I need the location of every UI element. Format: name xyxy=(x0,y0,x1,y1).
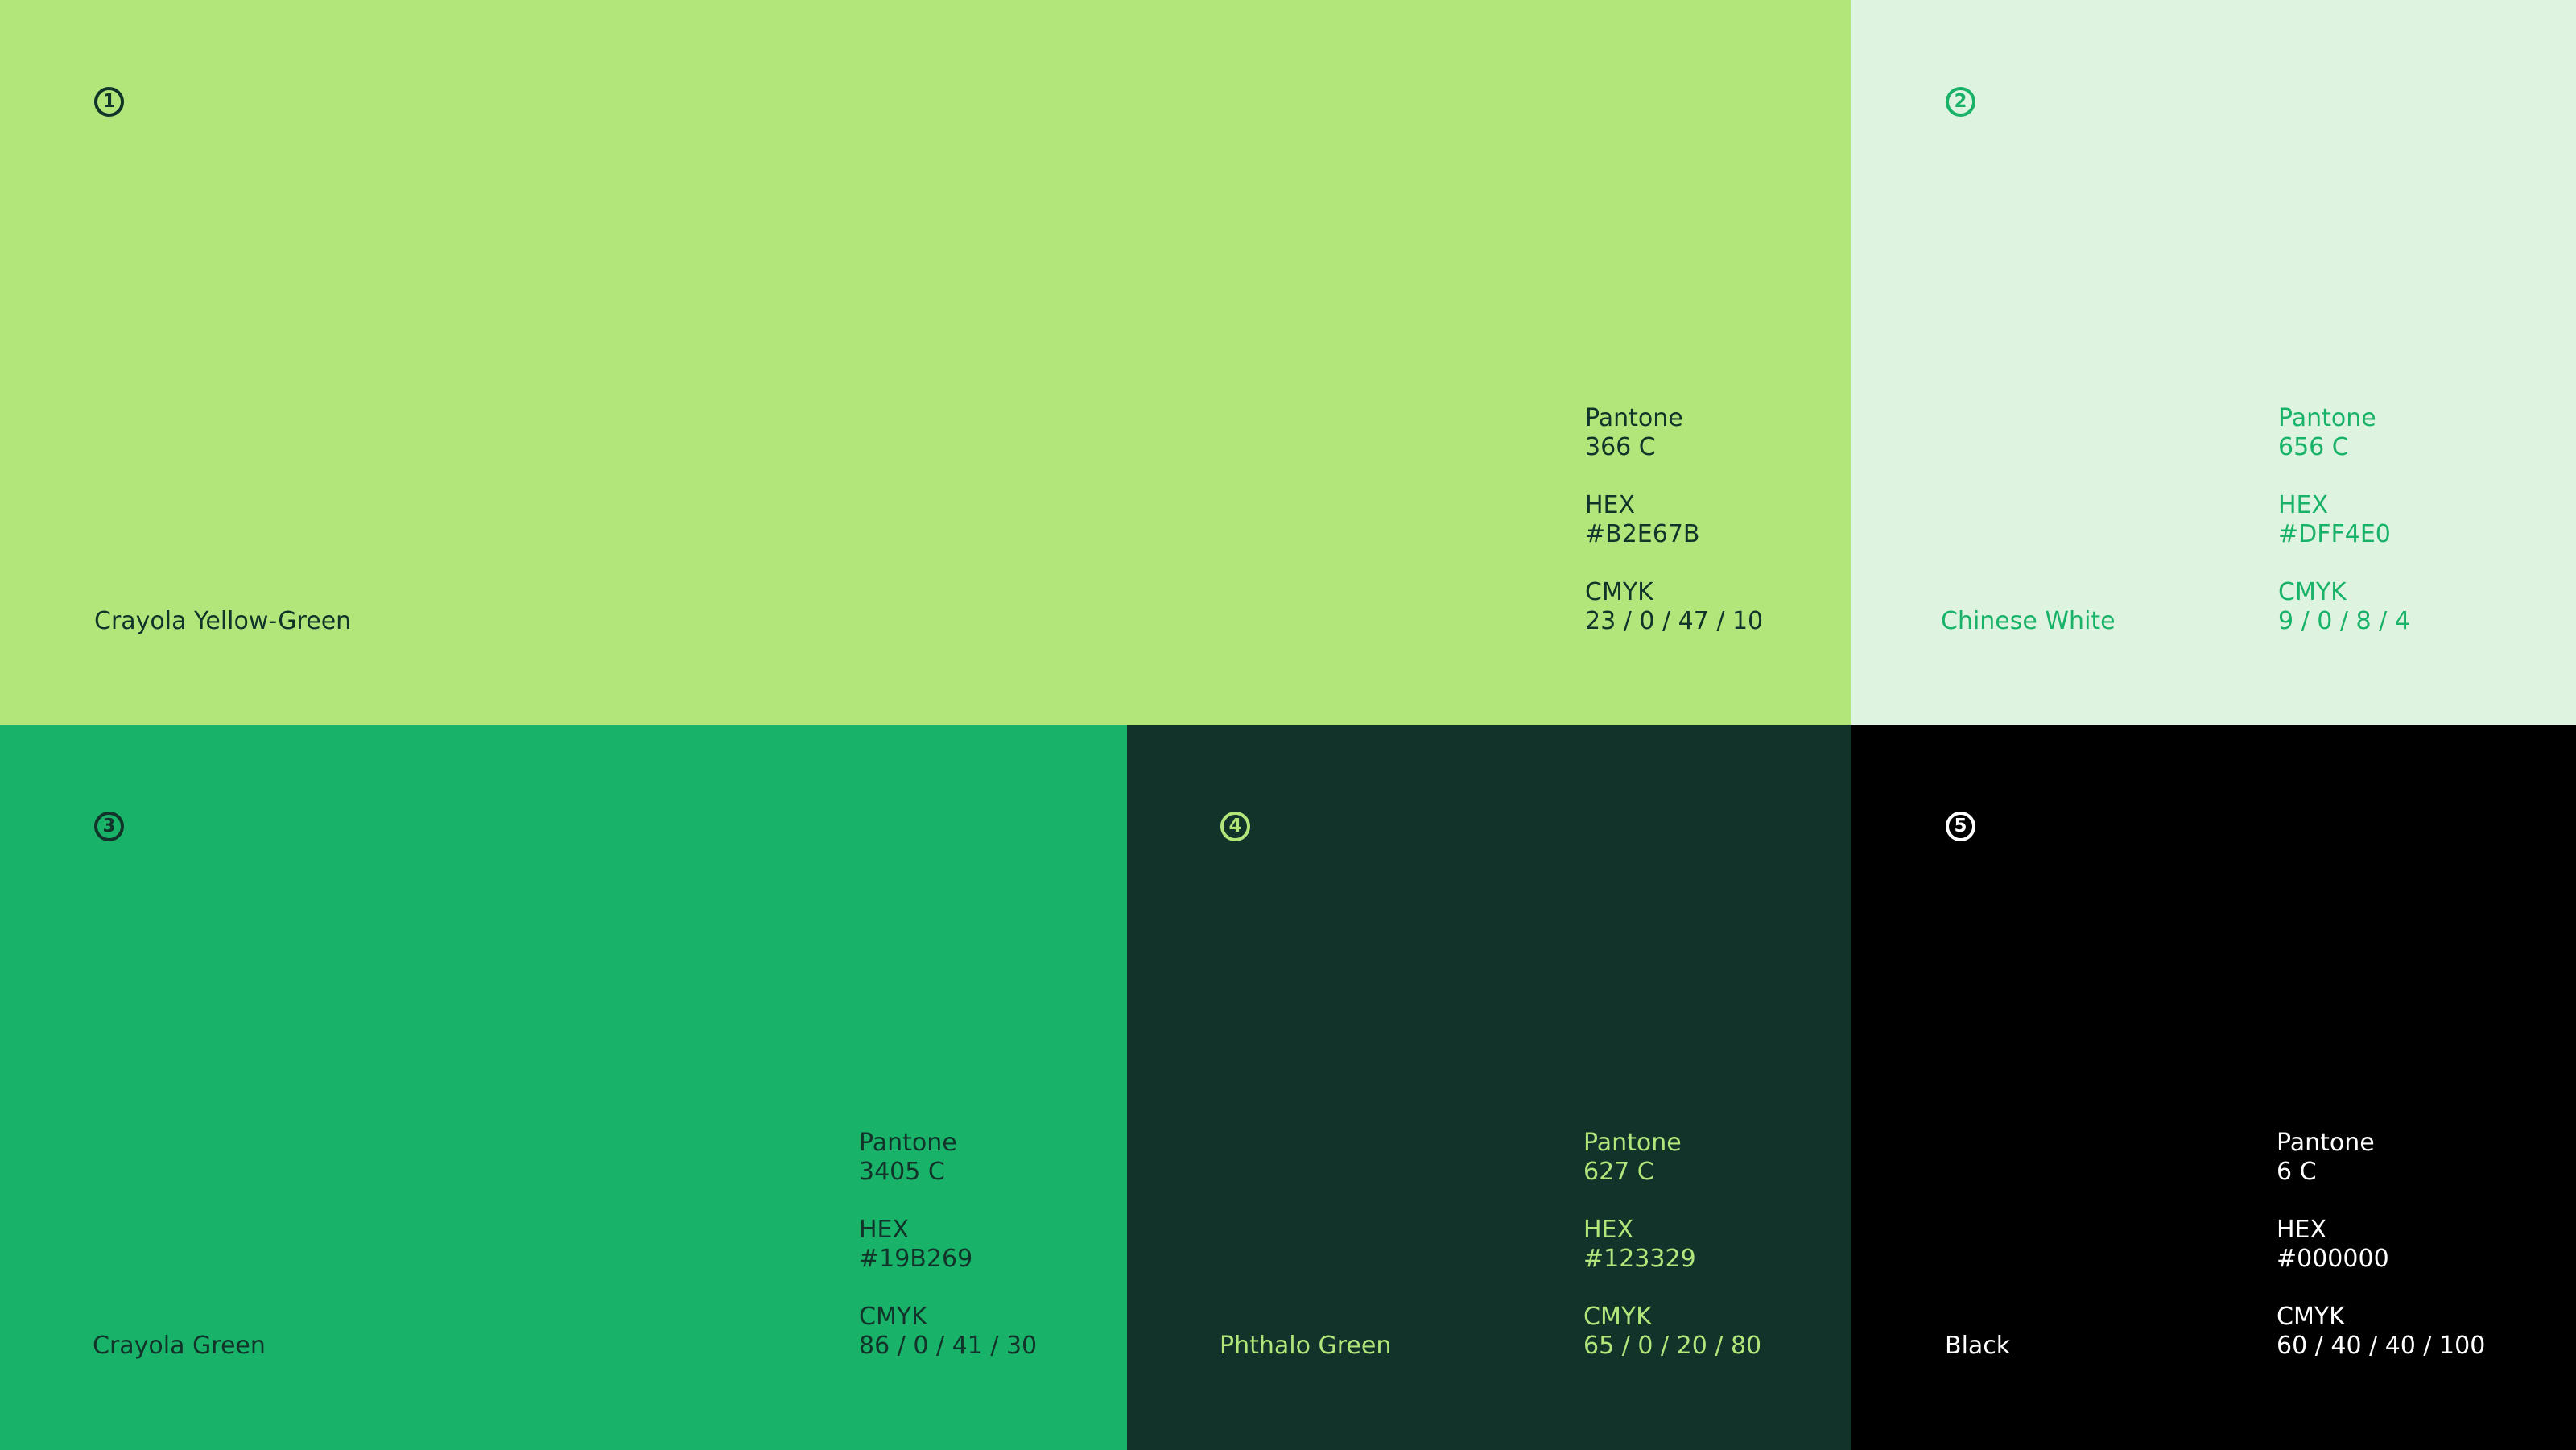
swatch-phthalo-green: 4 Phthalo Green Pantone 627 C HEX #12332… xyxy=(1127,725,1852,1450)
color-name: Chinese White xyxy=(1941,607,2116,635)
pantone-value: 6 C xyxy=(2277,1158,2317,1186)
color-name: Phthalo Green xyxy=(1220,1332,1392,1360)
hex-label: HEX xyxy=(1585,491,1636,519)
pantone-value: 627 C xyxy=(1583,1158,1654,1186)
hex-value: #000000 xyxy=(2277,1245,2389,1273)
hex-spec: HEX #DFF4E0 xyxy=(2278,491,2410,549)
cmyk-value: 65 / 0 / 20 / 80 xyxy=(1583,1332,1762,1360)
swatch-number-badge: 3 xyxy=(94,812,124,841)
cmyk-label: CMYK xyxy=(1583,1303,1652,1331)
pantone-label: Pantone xyxy=(2278,404,2376,432)
cmyk-spec: CMYK 23 / 0 / 47 / 10 xyxy=(1585,578,1763,636)
swatch-number-badge: 2 xyxy=(1946,87,1975,117)
cmyk-spec: CMYK 86 / 0 / 41 / 30 xyxy=(859,1303,1037,1361)
swatch-number-badge: 1 xyxy=(94,87,124,117)
pantone-spec: Pantone 656 C xyxy=(2278,404,2410,462)
color-specs: Pantone 656 C HEX #DFF4E0 CMYK 9 / 0 / 8… xyxy=(2278,404,2410,636)
color-specs: Pantone 627 C HEX #123329 CMYK 65 / 0 / … xyxy=(1583,1129,1761,1361)
pantone-spec: Pantone 627 C xyxy=(1583,1129,1761,1187)
cmyk-value: 23 / 0 / 47 / 10 xyxy=(1585,607,1764,635)
pantone-spec: Pantone 6 C xyxy=(2277,1129,2485,1187)
hex-value: #123329 xyxy=(1583,1245,1696,1273)
pantone-label: Pantone xyxy=(1585,404,1683,432)
hex-value: #DFF4E0 xyxy=(2278,520,2391,548)
color-specs: Pantone 3405 C HEX #19B269 CMYK 86 / 0 /… xyxy=(859,1129,1037,1361)
cmyk-spec: CMYK 65 / 0 / 20 / 80 xyxy=(1583,1303,1761,1361)
hex-label: HEX xyxy=(859,1216,910,1244)
hex-label: HEX xyxy=(1583,1216,1634,1244)
swatch-black: 5 Black Pantone 6 C HEX #000000 CMYK 60 … xyxy=(1852,725,2576,1450)
pantone-label: Pantone xyxy=(1583,1129,1682,1157)
hex-spec: HEX #B2E67B xyxy=(1585,491,1763,549)
swatch-crayola-yellow-green: 1 Crayola Yellow-Green Pantone 366 C HEX… xyxy=(0,0,1852,725)
hex-value: #B2E67B xyxy=(1585,520,1700,548)
swatch-number-badge: 4 xyxy=(1220,812,1250,841)
swatch-number-badge: 5 xyxy=(1946,812,1975,841)
color-specs: Pantone 366 C HEX #B2E67B CMYK 23 / 0 / … xyxy=(1585,404,1763,636)
pantone-value: 3405 C xyxy=(859,1158,945,1186)
pantone-spec: Pantone 366 C xyxy=(1585,404,1763,462)
hex-label: HEX xyxy=(2277,1216,2327,1244)
cmyk-label: CMYK xyxy=(859,1303,927,1331)
pantone-label: Pantone xyxy=(859,1129,957,1157)
pantone-spec: Pantone 3405 C xyxy=(859,1129,1037,1187)
cmyk-spec: CMYK 9 / 0 / 8 / 4 xyxy=(2278,578,2410,636)
cmyk-label: CMYK xyxy=(2277,1303,2345,1331)
hex-label: HEX xyxy=(2278,491,2329,519)
hex-spec: HEX #123329 xyxy=(1583,1216,1761,1274)
pantone-value: 656 C xyxy=(2278,433,2349,461)
cmyk-value: 86 / 0 / 41 / 30 xyxy=(859,1332,1038,1360)
color-specs: Pantone 6 C HEX #000000 CMYK 60 / 40 / 4… xyxy=(2277,1129,2485,1361)
color-name: Black xyxy=(1945,1332,2011,1360)
swatch-crayola-green: 3 Crayola Green Pantone 3405 C HEX #19B2… xyxy=(0,725,1127,1450)
color-name: Crayola Yellow-Green xyxy=(94,607,352,635)
cmyk-label: CMYK xyxy=(1585,578,1653,606)
cmyk-value: 9 / 0 / 8 / 4 xyxy=(2278,607,2410,635)
cmyk-label: CMYK xyxy=(2278,578,2347,606)
pantone-label: Pantone xyxy=(2277,1129,2375,1157)
cmyk-spec: CMYK 60 / 40 / 40 / 100 xyxy=(2277,1303,2485,1361)
hex-value: #19B269 xyxy=(859,1245,973,1273)
color-name: Crayola Green xyxy=(93,1332,266,1360)
swatch-chinese-white: 2 Chinese White Pantone 656 C HEX #DFF4E… xyxy=(1852,0,2576,725)
cmyk-value: 60 / 40 / 40 / 100 xyxy=(2277,1332,2486,1360)
hex-spec: HEX #19B269 xyxy=(859,1216,1037,1274)
hex-spec: HEX #000000 xyxy=(2277,1216,2485,1274)
pantone-value: 366 C xyxy=(1585,433,1656,461)
